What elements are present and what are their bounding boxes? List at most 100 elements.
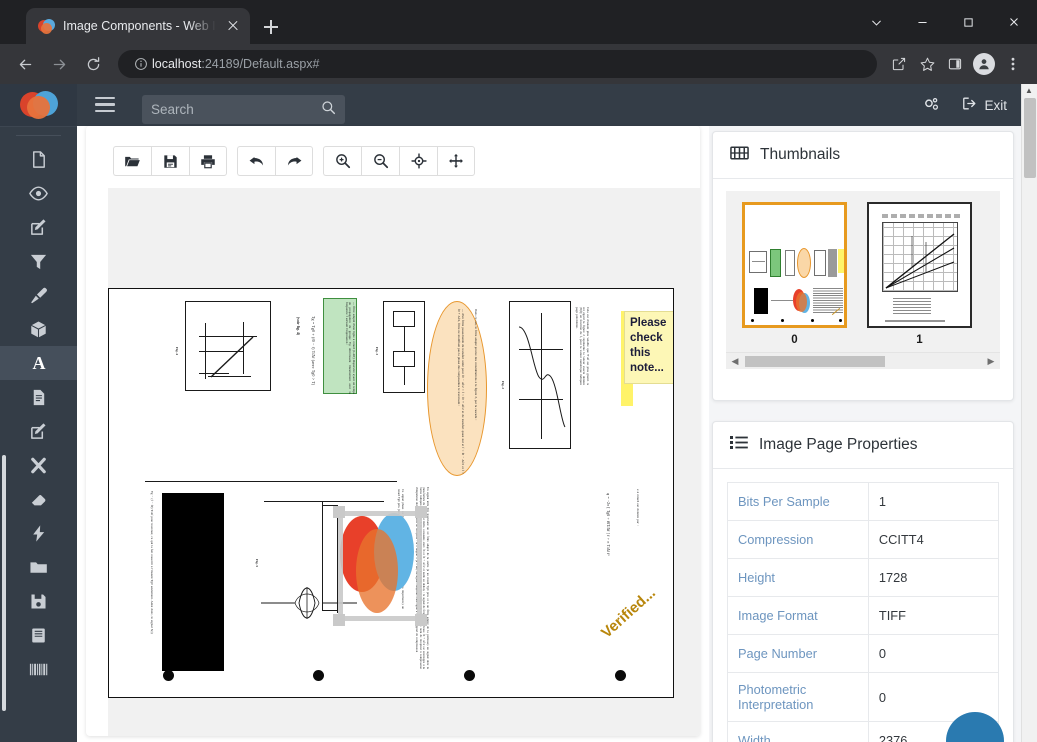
doc-column-b: Tg = Tg0 + (f0 − f) T/Δf (avec Tg0 > T) xyxy=(311,316,316,386)
thumbnail-preview-0[interactable] xyxy=(742,202,847,328)
resize-handle-nw[interactable] xyxy=(333,506,345,518)
minimize-icon[interactable] xyxy=(899,0,945,44)
thumbnails-scroller[interactable]: 0 1 ◀ ▶ xyxy=(726,191,1000,369)
zoom-in-button[interactable] xyxy=(323,146,361,176)
thumbnail-label-0: 0 xyxy=(791,334,798,346)
app-logo-icon[interactable] xyxy=(0,84,77,126)
doc-column-d: Dans ce cas, le filtre adapté prouve des… xyxy=(474,309,478,421)
search-input[interactable] xyxy=(151,102,321,117)
sidebar-scrollbar[interactable] xyxy=(2,455,6,711)
resize-handle-ne[interactable] xyxy=(415,506,427,518)
sidebar-item-annotate[interactable] xyxy=(0,210,77,244)
info-circle-icon[interactable] xyxy=(130,50,152,78)
sidebar-item-text[interactable]: A xyxy=(0,346,77,380)
sticky-note-annotation[interactable]: Please check this note... xyxy=(624,311,673,384)
selected-image-object[interactable] xyxy=(333,506,427,626)
toolbar-group-zoom xyxy=(323,146,475,176)
open-file-button[interactable] xyxy=(113,146,151,176)
exit-label: Exit xyxy=(984,97,1007,113)
close-icon[interactable] xyxy=(991,0,1037,44)
table-row[interactable]: Image Format TIFF xyxy=(727,596,1000,635)
figure-4-label: Fig. 4 xyxy=(175,347,179,356)
table-row[interactable]: Photometric Interpretation 0 xyxy=(727,672,1000,722)
black-redaction-box[interactable] xyxy=(162,493,224,671)
sidebar-item-file[interactable] xyxy=(0,142,77,176)
figure-3-label: Fig. 3 xyxy=(375,347,379,356)
property-key: Width xyxy=(727,721,869,742)
triangle-right-icon[interactable]: ▶ xyxy=(985,356,997,367)
settings-button[interactable] xyxy=(923,97,940,113)
thumbnail-preview-1[interactable] xyxy=(867,202,972,328)
hamburger-icon[interactable] xyxy=(95,97,115,113)
sidebar-item-markup[interactable] xyxy=(0,414,77,448)
back-arrow-icon[interactable] xyxy=(10,49,40,79)
side-panel-icon[interactable] xyxy=(941,50,969,78)
sidebar-item-close-shape[interactable] xyxy=(0,448,77,482)
undo-button[interactable] xyxy=(237,146,275,176)
table-row[interactable]: Compression CCITT4 xyxy=(727,520,1000,559)
image-canvas[interactable]: Fig. 4 — filtre adapté d'une ligne à ret… xyxy=(108,188,700,736)
viewer-card: Fig. 4 — filtre adapté d'une ligne à ret… xyxy=(86,126,700,736)
resize-handle-se[interactable] xyxy=(415,614,427,626)
profile-avatar-icon[interactable] xyxy=(973,53,995,75)
sidebar-item-filter[interactable] xyxy=(0,244,77,278)
thumbnails-scrollbar[interactable]: ◀ ▶ xyxy=(726,352,1000,369)
reload-icon[interactable] xyxy=(78,49,108,79)
verified-stamp-annotation[interactable]: Verified... xyxy=(598,584,659,641)
property-key: Bits Per Sample xyxy=(727,482,869,521)
table-row[interactable]: Bits Per Sample 1 xyxy=(727,482,1000,521)
save-file-button[interactable] xyxy=(151,146,189,176)
star-icon[interactable] xyxy=(913,50,941,78)
table-row[interactable]: Height 1728 xyxy=(727,558,1000,597)
thumbnail-item-0[interactable]: 0 xyxy=(742,202,847,346)
forward-arrow-icon[interactable] xyxy=(44,49,74,79)
sidebar-item-open[interactable] xyxy=(0,550,77,584)
figure-2-label: Fig. 2 xyxy=(501,381,505,390)
address-bar[interactable]: localhost:24189/Default.aspx# xyxy=(118,50,877,78)
triangle-left-icon[interactable]: ◀ xyxy=(729,356,741,367)
search-icon[interactable] xyxy=(321,100,336,120)
sign-out-icon xyxy=(962,96,978,114)
fit-page-button[interactable] xyxy=(399,146,437,176)
property-key: Height xyxy=(727,558,869,597)
page-scrollbar[interactable]: ▲ xyxy=(1021,84,1037,742)
page-scrollbar-thumb[interactable] xyxy=(1024,98,1036,178)
thumbnails-panel-header: Thumbnails xyxy=(713,132,1013,179)
thumbnail-item-1[interactable]: 1 xyxy=(867,202,972,346)
pan-button[interactable] xyxy=(437,146,475,176)
sidebar-item-save[interactable] xyxy=(0,584,77,618)
print-button[interactable] xyxy=(189,146,227,176)
doc-column-k: φ = −2π [ Tg0 + f0T/Δf ] f + π T/Δf f² xyxy=(606,493,610,556)
doc-column-a: — filtre adapté d'une ligne à retard (LA… xyxy=(344,302,356,394)
sidebar-item-brush[interactable] xyxy=(0,278,77,312)
sidebar-item-barcode[interactable] xyxy=(0,652,77,686)
scroll-up-icon[interactable]: ▲ xyxy=(1025,86,1033,95)
share-icon[interactable] xyxy=(885,50,913,78)
scanned-document-page[interactable]: Fig. 4 — filtre adapté d'une ligne à ret… xyxy=(108,288,674,698)
kebab-menu-icon[interactable] xyxy=(999,50,1027,78)
sidebar-item-document[interactable] xyxy=(0,380,77,414)
resize-handle-sw[interactable] xyxy=(333,614,345,626)
table-row[interactable]: Page Number 0 xyxy=(727,634,1000,673)
search-box[interactable] xyxy=(142,95,345,124)
redo-button[interactable] xyxy=(275,146,313,176)
zoom-out-button[interactable] xyxy=(361,146,399,176)
thumbnails-panel: Thumbnails 0 1 ◀ ▶ xyxy=(712,131,1014,401)
svg-text:A: A xyxy=(32,353,45,373)
browser-tab-title: Image Components - Web Image xyxy=(63,19,216,33)
sidebar-item-view[interactable] xyxy=(0,176,77,210)
sidebar-item-quick[interactable] xyxy=(0,516,77,550)
exit-button[interactable]: Exit xyxy=(962,96,1007,114)
sidebar-item-3d[interactable] xyxy=(0,312,77,346)
new-tab-button[interactable] xyxy=(258,14,284,40)
thumbnails-scroll-thumb[interactable] xyxy=(745,355,885,367)
maximize-icon[interactable] xyxy=(945,0,991,44)
thumbnails-scroll-track[interactable] xyxy=(741,355,985,367)
browser-tab[interactable]: Image Components - Web Image xyxy=(26,8,250,44)
list-icon xyxy=(730,435,748,455)
chevron-down-icon[interactable] xyxy=(853,0,899,44)
sidebar-item-eraser[interactable] xyxy=(0,482,77,516)
close-icon[interactable] xyxy=(224,17,242,35)
punch-hole xyxy=(464,670,475,681)
sidebar-item-book[interactable] xyxy=(0,618,77,652)
